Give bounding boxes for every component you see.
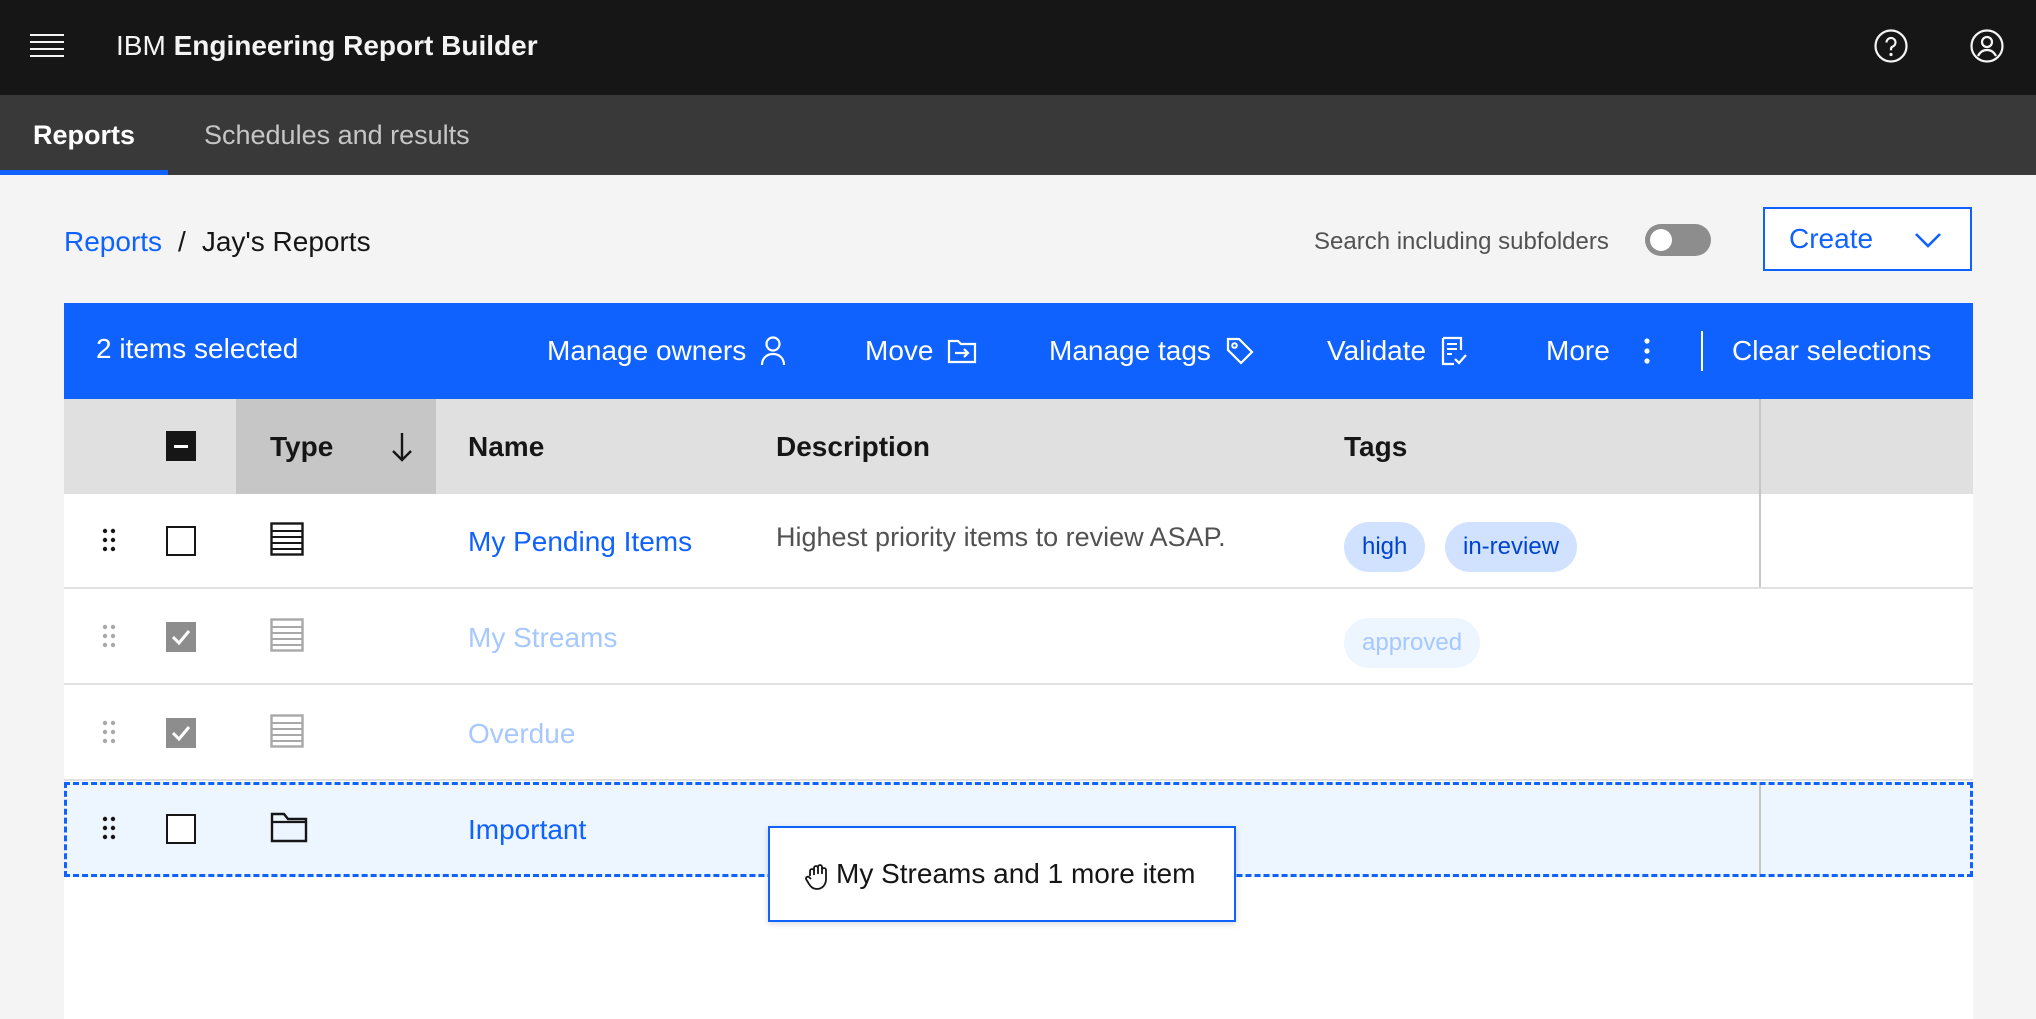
row-description: Highest priority items to review ASAP.	[776, 522, 1226, 552]
drag-handle-icon[interactable]	[102, 720, 116, 744]
breadcrumb-current: Jay's Reports	[201, 226, 371, 257]
row-name-link[interactable]: My Pending Items	[468, 524, 692, 560]
description-column-header[interactable]: Description	[776, 399, 930, 494]
table-row[interactable]: Overdue	[64, 686, 1973, 781]
select-all-checkbox[interactable]	[166, 431, 196, 461]
manage-tags-label: Manage tags	[1049, 335, 1211, 366]
breadcrumb: Reports / Jay's Reports	[64, 222, 371, 262]
checkmark-icon	[171, 726, 191, 742]
chevron-down-icon	[1915, 233, 1941, 248]
tab-bar: Reports Schedules and results	[0, 95, 2036, 175]
more-button[interactable]: More	[1546, 327, 1652, 375]
row-name-link[interactable]: Overdue	[468, 716, 575, 752]
move-button[interactable]: Move	[865, 327, 977, 375]
product-name: Engineering Report Builder	[173, 30, 538, 61]
column-divider	[1759, 494, 1761, 587]
app-title: IBM Engineering Report Builder	[116, 28, 538, 64]
row-name-link[interactable]: Important	[468, 812, 586, 848]
grab-hand-icon	[805, 864, 827, 890]
create-button[interactable]: Create	[1763, 207, 1972, 271]
brand-name: IBM	[116, 30, 166, 61]
drag-preview-label: My Streams and 1 more item	[836, 858, 1196, 889]
folder-move-icon	[948, 339, 977, 364]
overflow-menu-icon	[1644, 338, 1650, 364]
app-header: IBM Engineering Report Builder	[0, 0, 2036, 95]
tab-schedules-and-results[interactable]: Schedules and results	[204, 95, 470, 175]
column-divider	[1759, 785, 1761, 874]
validate-label: Validate	[1327, 335, 1427, 366]
table-row[interactable]: My Streams approved	[64, 590, 1973, 685]
tag-icon	[1226, 337, 1254, 365]
clear-selections-label: Clear selections	[1732, 335, 1932, 366]
batch-action-bar: 2 items selected Manage owners Move Mana…	[64, 303, 1973, 399]
row-checkbox[interactable]	[166, 814, 196, 844]
sort-descending-icon	[392, 433, 412, 462]
breadcrumb-separator: /	[178, 226, 186, 257]
manage-owners-label: Manage owners	[547, 335, 747, 366]
drag-preview: My Streams and 1 more item	[768, 826, 1236, 922]
type-column-header[interactable]: Type	[236, 399, 436, 494]
checkmark-icon	[171, 630, 191, 646]
menu-icon[interactable]	[30, 34, 64, 58]
move-label: Move	[865, 335, 934, 366]
tags-column-header[interactable]: Tags	[1344, 399, 1407, 494]
create-button-label: Create	[1789, 223, 1874, 254]
report-icon	[270, 714, 304, 748]
table-header: Type Name Description Tags	[64, 399, 1973, 494]
manage-tags-button[interactable]: Manage tags	[1049, 327, 1255, 375]
tag-chip[interactable]: in-review	[1445, 522, 1578, 572]
search-subfolders-toggle[interactable]	[1645, 224, 1711, 256]
tag-chip[interactable]: high	[1344, 522, 1426, 572]
tag-chip[interactable]: approved	[1344, 618, 1481, 668]
drag-handle-icon[interactable]	[102, 624, 116, 648]
user-icon	[761, 336, 786, 366]
help-icon[interactable]	[1873, 28, 1909, 64]
row-name-link[interactable]: My Streams	[468, 620, 617, 656]
breadcrumb-reports-link[interactable]: Reports	[64, 226, 162, 257]
clear-selections-button[interactable]: Clear selections	[1732, 327, 1931, 375]
selected-count: 2 items selected	[96, 333, 299, 364]
manage-owners-button[interactable]: Manage owners	[547, 327, 786, 375]
drag-handle-icon[interactable]	[102, 816, 116, 840]
column-divider	[1759, 399, 1761, 494]
row-checkbox[interactable]	[166, 622, 196, 652]
row-checkbox[interactable]	[166, 526, 196, 556]
table-row[interactable]: My Pending Items Highest priority items …	[64, 494, 1973, 589]
name-column-header[interactable]: Name	[468, 399, 544, 494]
row-checkbox[interactable]	[166, 718, 196, 748]
report-icon	[270, 618, 304, 652]
more-label: More	[1546, 335, 1610, 366]
toggle-knob	[1650, 229, 1672, 251]
action-divider	[1701, 331, 1703, 371]
drag-handle-icon[interactable]	[102, 528, 116, 552]
tab-reports[interactable]: Reports	[0, 95, 168, 175]
folder-icon	[270, 812, 308, 843]
report-icon	[270, 522, 304, 556]
reports-table: Type Name Description Tags My Pending It…	[64, 399, 1973, 1019]
type-column-label: Type	[270, 431, 334, 462]
validate-report-icon	[1442, 336, 1467, 366]
user-avatar-icon[interactable]	[1969, 28, 2005, 64]
validate-button[interactable]: Validate	[1327, 327, 1468, 375]
search-subfolders-label: Search including subfolders	[1314, 228, 1609, 255]
